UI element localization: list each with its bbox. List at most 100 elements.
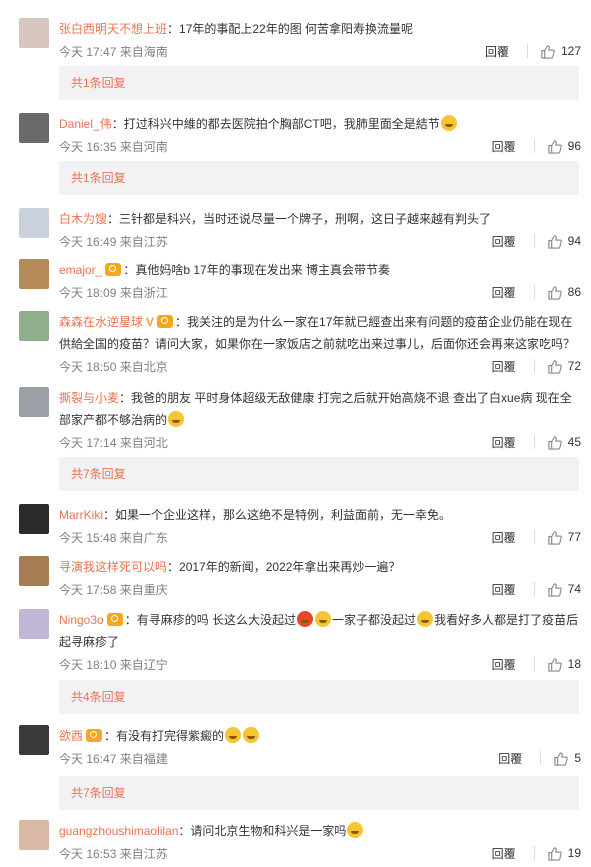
comment-meta: 今天 17:47 来自海南 回覆 127 <box>59 40 581 62</box>
comment-time: 今天 18:10 来自辽宁 <box>59 657 168 672</box>
comment-content: ：三针都是科兴，当时还说尽量一个牌子，刑啊，这日子越来越有判头了 <box>107 212 492 226</box>
like-button[interactable]: 74 <box>547 582 581 597</box>
divider <box>533 234 535 248</box>
more-replies-link[interactable]: 共7条回复 <box>59 457 579 491</box>
avatar[interactable] <box>19 556 49 586</box>
like-count: 5 <box>574 751 581 765</box>
divider <box>526 44 528 58</box>
comment-meta: 今天 17:58 来自重庆 回覆 74 <box>59 578 581 600</box>
username-link[interactable]: 寻演我这样死可以吗 <box>59 560 167 574</box>
emoji-icon <box>297 611 314 627</box>
comment-item: 森森在水逆星球 V ：我关注的是为什么一家在17年就已經查出来有问题的疫苗企业仍能在… <box>0 311 591 377</box>
reply-button[interactable]: 回覆 <box>492 434 516 451</box>
comment-item: MarrKiki：如果一个企业这样，那么这绝不是特例，利益面前，无一幸免。 今天 … <box>0 504 591 548</box>
username-link[interactable]: 张白西明天不想上班 <box>59 22 167 36</box>
emoji-icon <box>168 411 185 427</box>
like-count: 86 <box>567 285 581 299</box>
comment-text: 寻演我这样死可以吗：2017年的新闻，2022年拿出来再炒一遍？ <box>59 556 581 578</box>
like-button[interactable]: 45 <box>547 435 581 450</box>
username-link[interactable]: Daniel_伟 <box>59 117 112 131</box>
avatar[interactable] <box>19 820 49 850</box>
thumbs-up-icon <box>547 285 562 300</box>
username-link[interactable]: 撕裂与小麦 <box>59 391 119 405</box>
comment-content: ：真他妈啥b 17年的事现在发出来 博主真会带节奏 <box>123 263 391 277</box>
like-button[interactable]: 5 <box>553 751 581 766</box>
thumbs-up-icon <box>540 44 555 59</box>
avatar[interactable] <box>19 504 49 534</box>
username-link[interactable]: Ningo3o <box>59 613 104 627</box>
thumbs-up-icon <box>547 530 562 545</box>
thumbs-up-icon <box>553 751 568 766</box>
reply-button[interactable]: 回覆 <box>492 138 516 155</box>
more-replies-link[interactable]: 共1条回复 <box>59 161 579 195</box>
like-button[interactable]: 86 <box>547 285 581 300</box>
comment-content: ：有寻麻疹的吗 长这么大没起过 <box>124 613 297 627</box>
divider <box>533 359 535 373</box>
emoji-icon <box>225 727 242 743</box>
like-button[interactable]: 77 <box>547 530 581 545</box>
like-count: 72 <box>567 359 581 373</box>
avatar[interactable] <box>19 18 49 48</box>
like-button[interactable]: 94 <box>547 234 581 249</box>
comment-time: 今天 17:47 来自海南 <box>59 44 168 59</box>
comment-content: ：我爸的朋友 平时身体超级无敌健康 打完之后就开始高烧不退 查出了白xue病 现… <box>59 391 572 427</box>
like-button[interactable]: 72 <box>547 359 581 374</box>
reply-button[interactable]: 回覆 <box>492 284 516 301</box>
reply-button[interactable]: 回覆 <box>492 656 516 673</box>
username-link[interactable]: guangzhoushimaolilan <box>59 824 178 838</box>
username-link[interactable]: 白木为馊 <box>59 212 107 226</box>
avatar[interactable] <box>19 725 49 755</box>
comment-time: 今天 17:14 来自河北 <box>59 435 168 450</box>
comment-text: 撕裂与小麦：我爸的朋友 平时身体超级无敌健康 打完之后就开始高烧不退 查出了白x… <box>59 387 581 431</box>
thumbs-up-icon <box>547 234 562 249</box>
username-link[interactable]: 欲酉 <box>59 729 83 743</box>
reply-button[interactable]: 回覆 <box>485 43 509 60</box>
like-button[interactable]: 18 <box>547 657 581 672</box>
username-link[interactable]: 森森在水逆星球 <box>59 315 143 329</box>
comment-item: Daniel_伟：打过科兴中維的都去医院拍个胸部CT吧，我肺里面全是結节 今天 1… <box>0 113 591 157</box>
avatar[interactable] <box>19 609 49 639</box>
comment-content: ：2017年的新闻，2022年拿出来再炒一遍？ <box>167 560 401 574</box>
reply-button[interactable]: 回覆 <box>498 750 522 767</box>
username-link[interactable]: MarrKiki <box>59 508 103 522</box>
divider <box>540 751 542 765</box>
reply-button[interactable]: 回覆 <box>492 358 516 375</box>
member-badge-icon <box>105 263 122 276</box>
comment-time: 今天 18:50 来自北京 <box>59 359 168 374</box>
reply-button[interactable]: 回覆 <box>492 529 516 546</box>
comment-item: 寻演我这样死可以吗：2017年的新闻，2022年拿出来再炒一遍？ 今天 17:58… <box>0 556 591 600</box>
more-replies-link[interactable]: 共7条回复 <box>59 776 579 810</box>
avatar[interactable] <box>19 208 49 238</box>
username-link[interactable]: emajor_ <box>59 263 102 277</box>
like-button[interactable]: 96 <box>547 139 581 154</box>
reply-button[interactable]: 回覆 <box>492 581 516 598</box>
avatar[interactable] <box>19 113 49 143</box>
emoji-icon <box>347 822 364 838</box>
more-replies-link[interactable]: 共1条回复 <box>59 66 579 100</box>
thumbs-up-icon <box>547 139 562 154</box>
like-count: 127 <box>560 44 581 58</box>
comment-time: 今天 17:58 来自重庆 <box>59 582 168 597</box>
like-button[interactable]: 19 <box>547 846 581 861</box>
avatar[interactable] <box>19 311 49 341</box>
like-button[interactable]: 127 <box>540 44 581 59</box>
divider <box>533 435 535 449</box>
comment-meta: 今天 16:53 来自江苏 回覆 19 <box>59 842 581 864</box>
emoji-icon <box>243 727 260 743</box>
comment-item: 白木为馊：三针都是科兴，当时还说尽量一个牌子，刑啊，这日子越来越有判头了 今天 1… <box>0 208 591 252</box>
reply-button[interactable]: 回覆 <box>492 845 516 862</box>
more-replies-link[interactable]: 共4条回复 <box>59 680 579 714</box>
comment-text: 欲酉 ：有没有打完得紫癜的 <box>59 725 581 747</box>
like-count: 19 <box>567 846 581 860</box>
thumbs-up-icon <box>547 582 562 597</box>
divider <box>533 530 535 544</box>
reply-button[interactable]: 回覆 <box>492 233 516 250</box>
divider <box>533 657 535 671</box>
member-badge-icon <box>106 613 123 626</box>
avatar[interactable] <box>19 259 49 289</box>
like-count: 94 <box>567 234 581 248</box>
like-count: 45 <box>567 435 581 449</box>
avatar[interactable] <box>19 387 49 417</box>
comment-text: guangzhoushimaolilan：请问北京生物和科兴是一家吗 <box>59 820 581 842</box>
comment-item: emajor_ ：真他妈啥b 17年的事现在发出来 博主真会带节奏 今天 18:09… <box>0 259 591 303</box>
